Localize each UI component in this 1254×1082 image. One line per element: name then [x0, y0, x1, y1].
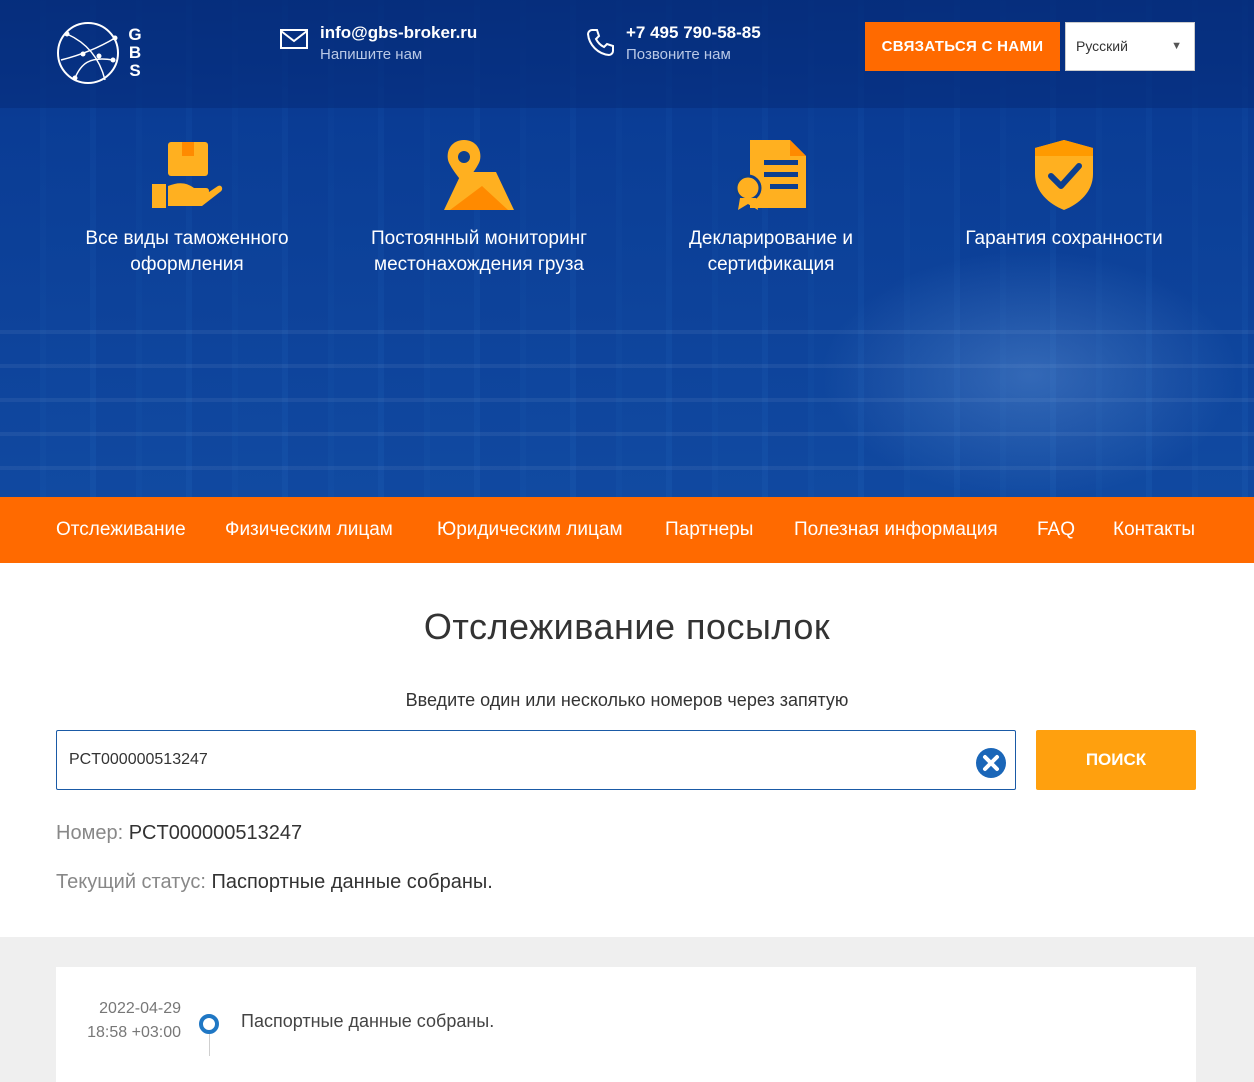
logo-letters: G B S — [127, 26, 143, 80]
tracking-number-info: Номер: PCT000000513247 — [56, 822, 302, 845]
tracking-number-input[interactable] — [69, 731, 959, 789]
map-pin-icon — [444, 140, 514, 210]
history-event: Паспортные данные собраны. — [241, 1011, 495, 1031]
search-field — [56, 730, 1016, 790]
hero-background-glow — [820, 250, 1240, 497]
phone-contact: +7 495 790-58-85 Позвоните нам — [586, 22, 761, 66]
chevron-down-icon: ▼ — [1171, 40, 1182, 52]
logo-letter: S — [129, 61, 141, 80]
status-key: Текущий статус: — [56, 871, 206, 893]
package-hand-icon — [152, 142, 223, 208]
current-status-info: Текущий статус: Паспортные данные собран… — [56, 871, 493, 894]
nav-item-companies[interactable]: Юридическим лицам — [437, 497, 623, 563]
search-hint: Введите один или несколько номеров через… — [405, 690, 849, 710]
nav-item-individuals[interactable]: Физическим лицам — [225, 497, 393, 563]
feature-guarantee: Гарантия сохранности — [934, 138, 1194, 252]
timeline-dot — [199, 1014, 219, 1034]
feature-declaration: Декларирование и сертификация — [641, 138, 901, 278]
logo-letter: B — [128, 43, 142, 62]
phone-link[interactable]: +7 495 790-58-85 — [626, 22, 761, 44]
certificate-icon — [734, 140, 806, 210]
nav-item-contacts[interactable]: Контакты — [1113, 497, 1195, 563]
status-value: Паспортные данные собраны. — [211, 871, 493, 893]
feature-label: Постоянный мониторинг местонахождения гр… — [371, 228, 587, 275]
logo[interactable]: G B S — [55, 20, 150, 86]
contact-us-button[interactable]: СВЯЗАТЬСЯ С НАМИ — [865, 22, 1060, 71]
logo-letter: G — [128, 25, 142, 44]
history-card: 2022-04-29 18:58 +03:00 Паспортные данны… — [56, 967, 1196, 1082]
feature-customs: Все виды таможенного оформления — [57, 138, 317, 278]
history-date: 2022-04-29 — [99, 1000, 181, 1017]
number-key: Номер: — [56, 822, 124, 844]
email-caption: Напишите нам — [320, 46, 423, 63]
clear-icon[interactable] — [975, 747, 1007, 779]
feature-label: Все виды таможенного оформления — [85, 228, 289, 275]
language-select[interactable]: Русский ▼ — [1065, 22, 1195, 71]
shield-check-icon — [1035, 140, 1093, 210]
main-nav: Отслеживание Физическим лицам Юридически… — [0, 497, 1254, 563]
timeline-line — [209, 1034, 210, 1056]
number-value: PCT000000513247 — [128, 822, 303, 844]
page-title: Отслеживание посылок — [423, 606, 831, 647]
search-button[interactable]: ПОИСК — [1036, 730, 1196, 790]
history-timestamp: 2022-04-29 18:58 +03:00 — [56, 997, 181, 1045]
language-selected: Русский — [1076, 38, 1128, 54]
feature-label: Декларирование и сертификация — [689, 228, 853, 275]
phone-icon — [586, 29, 614, 56]
phone-caption: Позвоните нам — [626, 46, 731, 63]
email-link[interactable]: info@gbs-broker.ru — [320, 22, 477, 44]
nav-item-tracking[interactable]: Отслеживание — [56, 497, 186, 563]
email-contact: info@gbs-broker.ru Напишите нам — [280, 22, 477, 66]
nav-item-faq[interactable]: FAQ — [1037, 497, 1075, 563]
nav-item-partners[interactable]: Партнеры — [665, 497, 753, 563]
feature-label: Гарантия сохранности — [965, 228, 1163, 249]
history-time: 18:58 +03:00 — [87, 1024, 181, 1041]
globe-logo-icon — [57, 22, 119, 84]
feature-monitoring: Постоянный мониторинг местонахождения гр… — [349, 138, 609, 278]
nav-item-useful-info[interactable]: Полезная информация — [794, 497, 998, 563]
mail-icon — [280, 29, 308, 49]
